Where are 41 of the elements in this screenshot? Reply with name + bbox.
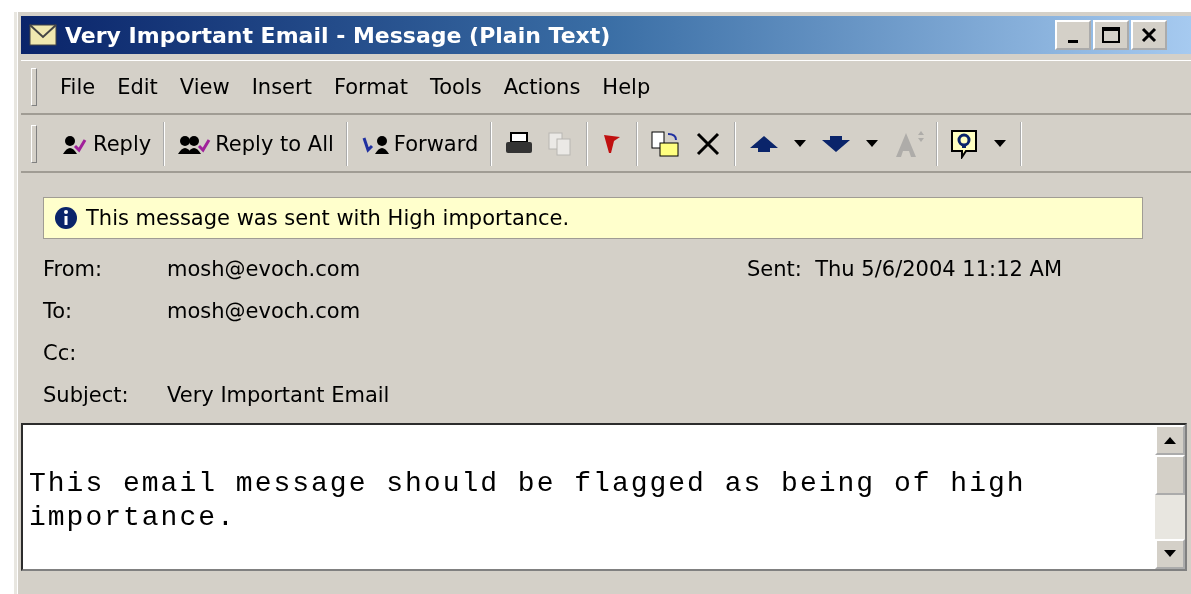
toolbar-button[interactable]: Forward	[357, 130, 481, 158]
down-triangle-icon	[1164, 550, 1176, 558]
close-icon	[1141, 27, 1157, 43]
header-value: mosh@evoch.com	[167, 298, 362, 325]
sent-label: Sent:	[747, 257, 802, 281]
minimize-button[interactable]	[1055, 20, 1091, 50]
menu-item[interactable]: Actions	[492, 71, 592, 103]
header-value: mosh@evoch.com	[167, 256, 362, 283]
minimize-icon	[1068, 39, 1078, 43]
menu-item[interactable]: Tools	[418, 71, 493, 103]
header-label: From:	[43, 256, 104, 283]
menu-item[interactable]: File	[49, 71, 107, 103]
toolbar-button[interactable]: Reply	[59, 130, 154, 158]
caret-icon	[866, 140, 879, 148]
menu-item[interactable]: Edit	[106, 71, 169, 103]
scroll-down-button[interactable]	[1155, 539, 1185, 569]
info-icon	[54, 206, 78, 230]
header-label: To:	[43, 298, 74, 325]
menu-item[interactable]: View	[168, 71, 241, 103]
info-text: This message was sent with High importance.	[86, 206, 570, 230]
up-triangle-icon	[1164, 436, 1176, 444]
header-label: Subject:	[43, 382, 130, 409]
caret-icon	[994, 140, 1007, 148]
menu-item[interactable]: Help	[591, 71, 662, 103]
body-text: This email message should be flagged as being of high importance.	[29, 467, 1027, 535]
header-value: Very Important Email	[167, 382, 391, 409]
envelope-icon	[29, 24, 57, 46]
scroll-thumb[interactable]	[1155, 455, 1185, 495]
close-button[interactable]	[1131, 20, 1167, 50]
message-body[interactable]: This email message should be flagged as being of high importance.	[21, 423, 1187, 571]
menu-item[interactable]: Format	[322, 71, 419, 103]
caret-icon	[794, 140, 807, 148]
maximize-button[interactable]	[1093, 20, 1129, 50]
maximize-icon	[1102, 27, 1120, 43]
sent-value: Thu 5/6/2004 11:12 AM	[815, 257, 1063, 281]
header-label: Cc:	[43, 340, 78, 367]
scroll-up-button[interactable]	[1155, 425, 1185, 455]
menu-item[interactable]: Insert	[240, 71, 323, 103]
window-title: Very Important Email - Message (Plain Text)	[65, 22, 611, 48]
toolbar-button[interactable]: Reply to All	[175, 130, 336, 158]
scrollbar[interactable]	[1155, 425, 1185, 569]
